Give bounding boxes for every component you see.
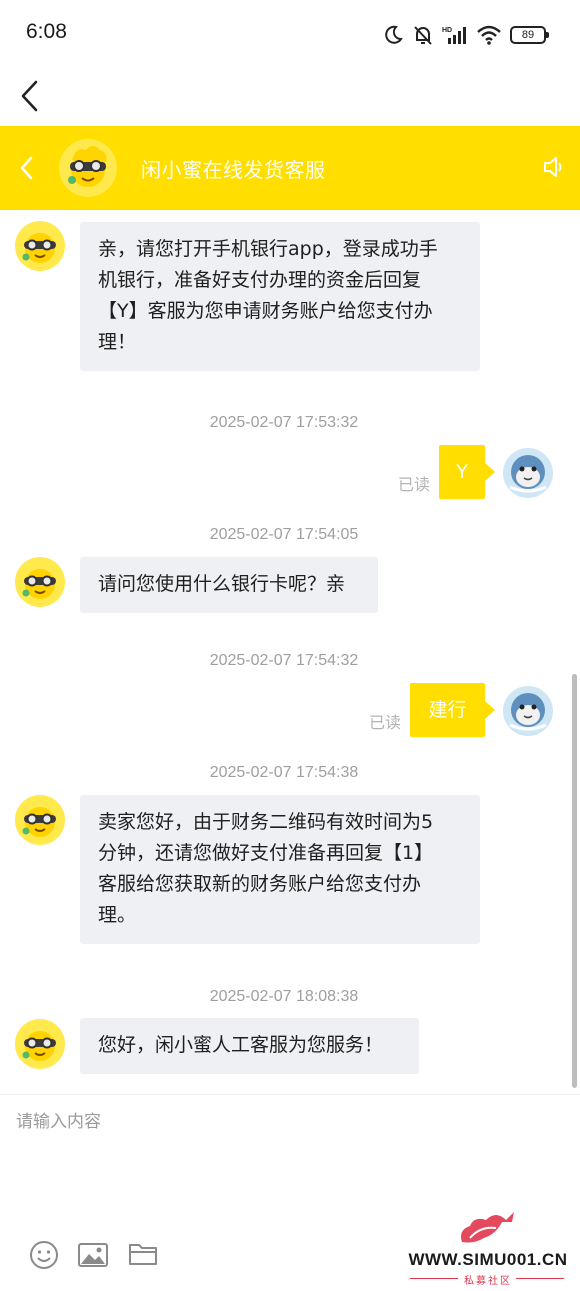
message-line: 【Y】客服为您申请财务账户给您支付办 [98, 300, 433, 322]
header-back-icon[interactable] [16, 154, 38, 182]
message-timestamp: 2025-02-07 18:08:38 [209, 988, 359, 1005]
status-time: 6:08 [26, 20, 67, 43]
message-timestamp: 2025-02-07 17:54:38 [209, 764, 359, 781]
user-avatar [503, 448, 553, 498]
chat-messages[interactable]: 亲，请您打开手机银行app，登录成功手 机银行，准备好支付办理的资金后回复 【Y… [0, 210, 580, 1094]
service-avatar [15, 221, 65, 271]
moon-icon [385, 25, 403, 44]
message-bubble: 请问您使用什么银行卡呢？亲 [80, 557, 378, 613]
service-avatar [15, 1019, 65, 1069]
message-bubble: 您好，闲小蜜人工客服为您服务！ [80, 1018, 419, 1074]
message-line: 分钟，还请您做好支付准备再回复【1】 [98, 842, 434, 864]
watermark-url: WWW.SIMU001.CN [408, 1250, 568, 1269]
wifi-icon [477, 25, 501, 45]
chat-scrollbar[interactable] [572, 674, 577, 1088]
status-bar: 6:08 HD 89 [0, 0, 580, 70]
message-timestamp: 2025-02-07 17:54:32 [209, 652, 359, 669]
read-status: 已读 [369, 713, 402, 732]
image-icon[interactable] [77, 1239, 109, 1271]
read-status: 已读 [398, 475, 431, 494]
watermark: WWW.SIMU001.CN 私募社区 [402, 1208, 574, 1288]
watermark-divider [516, 1278, 564, 1279]
service-avatar [15, 557, 65, 607]
service-avatar [15, 795, 65, 845]
watermark-divider [410, 1278, 458, 1279]
chat-title: 闲小蜜在线发货客服 [141, 158, 326, 182]
nav-bar [0, 70, 580, 126]
message-line: 您好，闲小蜜人工客服为您服务！ [98, 1034, 384, 1056]
speaker-icon[interactable] [542, 154, 566, 180]
message-line: 客服给您获取新的财务账户给您支付办 [98, 873, 422, 895]
mute-bell-icon [414, 26, 432, 45]
chat-header: 闲小蜜在线发货客服 [0, 126, 580, 210]
folder-icon[interactable] [128, 1239, 158, 1269]
message-line: 亲，请您打开手机银行app，登录成功手 [98, 238, 438, 260]
message-line: 机银行，准备好支付办理的资金后回复 [98, 269, 422, 291]
signal-icon: HD [442, 27, 466, 44]
user-avatar [503, 686, 553, 736]
message-bubble: 亲，请您打开手机银行app，登录成功手 机银行，准备好支付办理的资金后回复 【Y… [80, 222, 480, 371]
back-arrow-icon[interactable] [14, 76, 48, 116]
service-avatar [59, 139, 117, 197]
message-line: 卖家您好，由于财务二维码有效时间为5 [98, 811, 434, 833]
watermark-subtitle: 私募社区 [464, 1276, 512, 1287]
message-line: 理！ [98, 331, 137, 353]
battery-indicator: 89 [510, 26, 549, 44]
status-icons: HD 89 [382, 20, 549, 50]
svg-text:HD: HD [442, 27, 452, 34]
message-input[interactable] [16, 1107, 556, 1137]
watermark-logo-icon [461, 1212, 514, 1243]
message-line: 理。 [98, 904, 137, 926]
message-line: 请问您使用什么银行卡呢？亲 [98, 573, 346, 595]
message-bubble: 卖家您好，由于财务二维码有效时间为5 分钟，还请您做好支付准备再回复【1】 客服… [80, 795, 480, 944]
emoji-icon[interactable] [28, 1239, 60, 1271]
message-bubble-self: Y [439, 445, 495, 499]
message-timestamp: 2025-02-07 17:53:32 [209, 414, 359, 431]
message-timestamp: 2025-02-07 17:54:05 [209, 526, 359, 543]
message-bubble-self: 建行 [410, 683, 495, 737]
